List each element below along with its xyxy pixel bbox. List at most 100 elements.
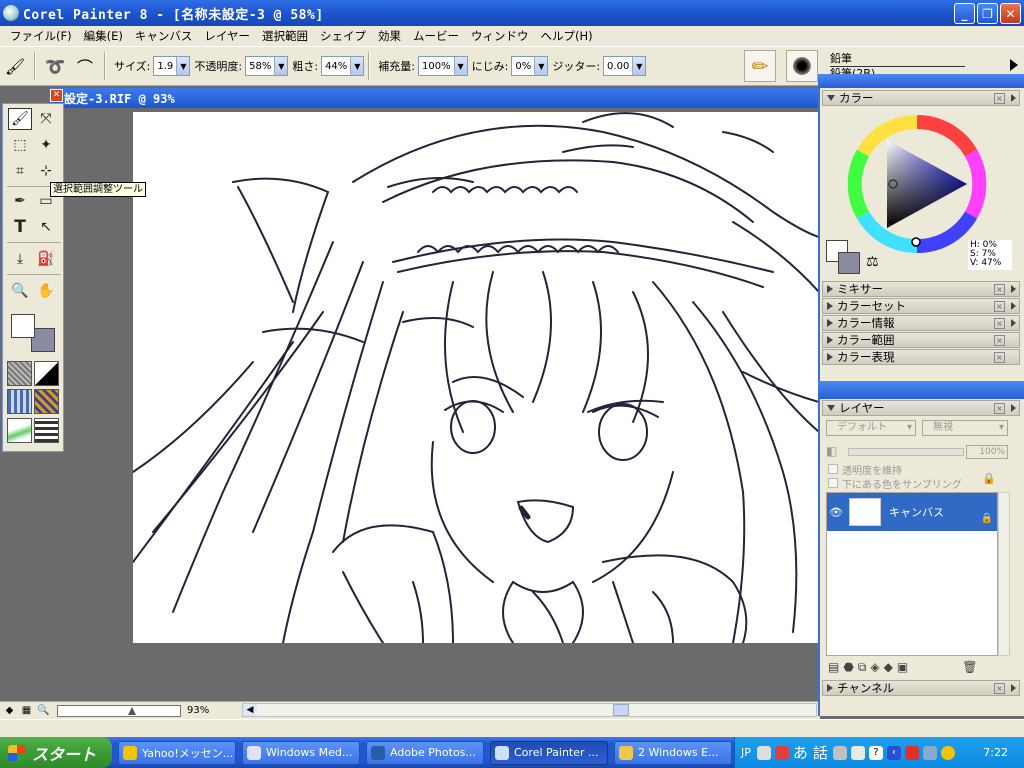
opacity-field[interactable]: 58% ▼	[245, 56, 289, 76]
messenger-tray-icon[interactable]	[940, 745, 955, 760]
network-icon[interactable]	[922, 745, 937, 760]
task-windows-media[interactable]: Windows Med...	[242, 740, 360, 765]
task-adobe-photoshop[interactable]: Adobe Photos...	[366, 740, 484, 765]
pen-icon[interactable]: ✒	[8, 190, 32, 212]
menu-layers[interactable]: レイヤー	[198, 28, 256, 44]
task-windows-explorer[interactable]: 2 Windows E...	[614, 740, 732, 765]
paper-selector-icon[interactable]	[7, 361, 32, 386]
close-icon[interactable]: ×	[994, 403, 1005, 414]
close-icon[interactable]: ×	[994, 284, 1005, 295]
shape-selection-icon[interactable]: ↖	[34, 216, 58, 238]
clone-color-icon[interactable]: ⚖	[866, 254, 879, 270]
layer-opacity-slider[interactable]	[848, 448, 964, 456]
paint-bucket-icon[interactable]: ⛽	[34, 248, 58, 270]
preserve-transparency-checkbox[interactable]	[828, 464, 838, 474]
menu-edit[interactable]: 編集(E)	[78, 28, 129, 44]
secondary-color-swatch[interactable]	[838, 252, 860, 274]
keyboard-icon[interactable]	[756, 745, 771, 760]
tray-expand-icon[interactable]: ‹	[886, 745, 901, 760]
brush-tool-icon[interactable]: 🖌	[8, 108, 32, 130]
panel-menu-icon[interactable]	[1011, 684, 1016, 692]
layer-effects-icon[interactable]: ⧉	[858, 660, 867, 678]
gradient-selector-icon[interactable]	[34, 361, 59, 386]
ime-language[interactable]: JP	[741, 746, 751, 759]
dynamic-plugins-icon[interactable]: ⬣	[843, 660, 853, 678]
menu-file[interactable]: ファイル(F)	[4, 28, 78, 44]
composite-depth-select[interactable]: 無視	[922, 420, 1008, 436]
rectangular-selection-icon[interactable]: ⬚	[8, 134, 32, 156]
start-button[interactable]: スタート	[0, 737, 112, 768]
brush-category[interactable]: 鉛筆	[830, 52, 965, 65]
scroll-thumb[interactable]	[613, 704, 629, 716]
layer-adjuster-icon[interactable]: ⤧	[34, 108, 58, 130]
close-icon[interactable]: ×	[994, 335, 1005, 346]
color-wheel[interactable]	[843, 110, 993, 260]
channels-panel-header[interactable]: チャンネル ×	[822, 680, 1020, 696]
bleed-field[interactable]: 0% ▼	[511, 56, 549, 76]
layer-row-canvas[interactable]: 👁 キャンバス 🔒	[827, 493, 997, 531]
grabber-hand-icon[interactable]: ✋	[34, 280, 58, 302]
new-layer-mask-icon[interactable]: ◆	[884, 660, 893, 678]
layers-panel-header[interactable]: レイヤー ×	[822, 400, 1020, 416]
weaving-selector-icon[interactable]	[34, 389, 59, 414]
pencil-icon[interactable]: ✏	[744, 50, 776, 82]
task-corel-painter[interactable]: Corel Painter ...	[490, 740, 608, 765]
help-icon[interactable]: ?	[868, 745, 883, 760]
panel-menu-icon[interactable]	[1011, 404, 1016, 412]
ime-toolbar-icon[interactable]	[774, 745, 789, 760]
pick-up-color-checkbox[interactable]	[828, 478, 838, 488]
close-icon[interactable]: ×	[994, 683, 1005, 694]
close-icon[interactable]: ×	[994, 301, 1005, 312]
chevron-down-icon[interactable]: ▼	[453, 57, 467, 75]
close-icon[interactable]: ×	[994, 318, 1005, 329]
ime-pad-icon[interactable]	[850, 745, 865, 760]
security-alert-icon[interactable]	[904, 745, 919, 760]
close-icon[interactable]: ×	[994, 352, 1005, 363]
crop-icon[interactable]: ⌗	[8, 160, 32, 182]
size-field[interactable]: 1.9 ▼	[153, 56, 191, 76]
color-expression-panel-header[interactable]: カラー表現 ×	[822, 349, 1020, 365]
text-tool-icon[interactable]: T	[8, 216, 32, 238]
scroll-left-icon[interactable]: ◀	[243, 704, 257, 716]
main-color-swatch[interactable]	[11, 314, 35, 338]
magnifier-icon[interactable]: 🔍	[8, 280, 32, 302]
chevron-down-icon[interactable]: ▼	[534, 57, 548, 75]
panel-menu-icon[interactable]	[1011, 302, 1016, 310]
dropper-icon[interactable]: ⤓	[8, 248, 32, 270]
ime-tools-icon[interactable]	[832, 745, 847, 760]
brush-menu-arrow-icon[interactable]	[1010, 59, 1018, 71]
chevron-down-icon[interactable]: ▼	[274, 57, 288, 75]
color-sets-panel-header[interactable]: カラーセット ×	[822, 298, 1020, 314]
chevron-down-icon[interactable]: ▼	[176, 57, 190, 75]
restore-button[interactable]: ❐	[977, 3, 998, 24]
trash-icon[interactable]: 🗑	[962, 660, 977, 678]
nozzle-selector-icon[interactable]	[7, 418, 32, 443]
color-panel-header[interactable]: カラー ×	[822, 90, 1020, 106]
layer-list-scrollbar[interactable]	[998, 492, 1010, 656]
task-yahoo-messenger[interactable]: Yahoo!メッセン...	[118, 740, 236, 765]
menu-movie[interactable]: ムービー	[407, 28, 465, 44]
menu-shapes[interactable]: シェイプ	[314, 28, 372, 44]
close-button[interactable]: ✕	[1000, 3, 1021, 24]
composite-method-select[interactable]: デフォルト	[826, 420, 916, 436]
straight-line-icon[interactable]: ⌒	[73, 54, 97, 78]
new-layer-icon[interactable]: ◈	[870, 660, 879, 678]
zoom-icon[interactable]: 🔍	[36, 704, 51, 718]
canvas-rotate-icon[interactable]: ◆	[2, 704, 17, 718]
zoom-slider[interactable]	[57, 704, 181, 717]
drawing-canvas[interactable]	[133, 112, 819, 643]
chevron-down-icon[interactable]: ▼	[350, 57, 364, 75]
grain-field[interactable]: 44% ▼	[321, 56, 365, 76]
panel-menu-icon[interactable]	[1011, 319, 1016, 327]
horizontal-scrollbar[interactable]: ◀	[242, 703, 817, 717]
resaturation-field[interactable]: 100% ▼	[418, 56, 468, 76]
menu-help[interactable]: ヘルプ(H)	[535, 28, 599, 44]
selection-adjuster-icon[interactable]: ⊹	[34, 160, 58, 182]
visibility-eye-icon[interactable]: 👁	[827, 506, 845, 519]
color-info-panel-header[interactable]: カラー情報 ×	[822, 315, 1020, 331]
create-layer-icon[interactable]: ▣	[897, 660, 908, 678]
color-range-panel-header[interactable]: カラー範囲 ×	[822, 332, 1020, 348]
ime-conversion-mode[interactable]: 話	[813, 742, 828, 763]
freehand-stroke-icon[interactable]: ➰	[43, 54, 67, 78]
close-icon[interactable]: ×	[994, 93, 1005, 104]
